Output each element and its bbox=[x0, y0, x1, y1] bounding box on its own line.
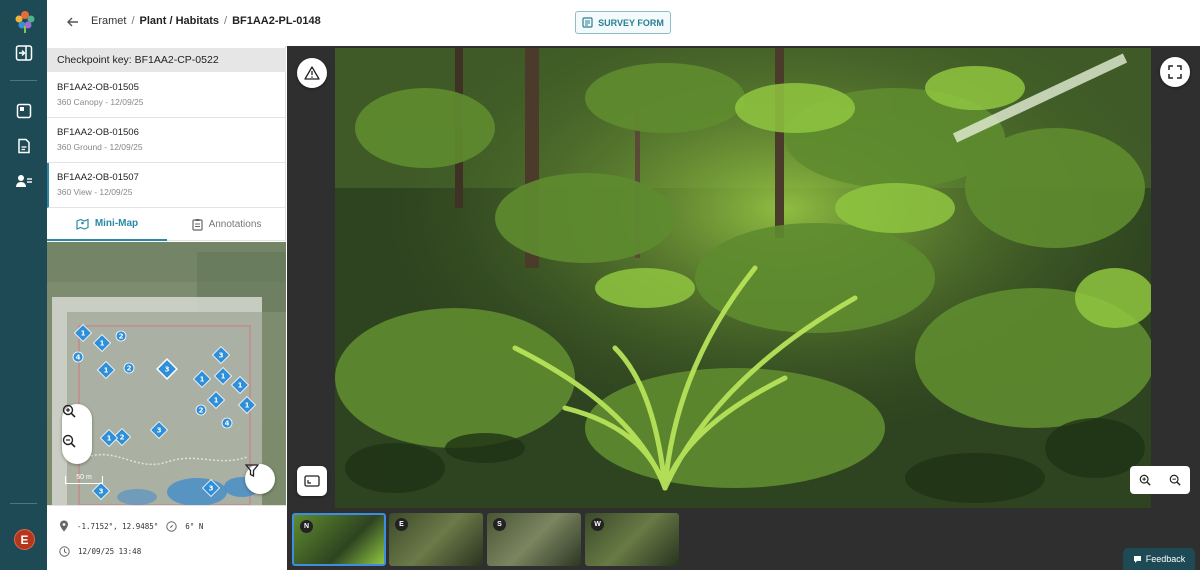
svg-text:1: 1 bbox=[238, 382, 243, 390]
svg-text:1: 1 bbox=[81, 330, 86, 338]
thumbnail-label: E bbox=[395, 518, 408, 531]
map-zoom-controls bbox=[62, 404, 92, 464]
app-rail: E bbox=[0, 0, 47, 570]
observation-code: BF1AA2-OB-01506 bbox=[57, 127, 139, 138]
breadcrumb-item[interactable]: Eramet bbox=[91, 15, 126, 27]
heading-value: 6° N bbox=[185, 521, 204, 531]
observation-meta: 360 Canopy - 12/09/25 bbox=[57, 97, 144, 107]
viewer-zoom-in-button[interactable] bbox=[1130, 466, 1160, 494]
observation-item[interactable]: BF1AA2-OB-01506 360 Ground - 12/09/25 bbox=[47, 118, 286, 163]
survey-form-label: SURVEY FORM bbox=[598, 17, 664, 28]
report-icon[interactable] bbox=[13, 135, 35, 157]
svg-text:1: 1 bbox=[245, 402, 250, 410]
survey-form-button[interactable]: SURVEY FORM bbox=[575, 11, 671, 34]
thumbnail-s[interactable]: S bbox=[487, 513, 581, 566]
filter-icon bbox=[245, 464, 259, 477]
observation-item-active[interactable]: BF1AA2-OB-01507 360 View - 12/09/25 bbox=[47, 163, 286, 208]
checkpoint-key: Checkpoint key: BF1AA2-CP-0522 bbox=[47, 48, 286, 72]
thumbnail-n[interactable]: N bbox=[292, 513, 386, 566]
svg-text:1: 1 bbox=[200, 376, 205, 384]
observation-code: BF1AA2-OB-01507 bbox=[57, 172, 139, 183]
pin-icon bbox=[60, 520, 68, 532]
checkpoint-panel: Checkpoint key: BF1AA2-CP-0522 BF1AA2-OB… bbox=[47, 46, 286, 570]
zoom-in-icon bbox=[1139, 474, 1151, 486]
observation-code: BF1AA2-OB-01505 bbox=[57, 82, 139, 93]
thumbnail-w[interactable]: W bbox=[585, 513, 679, 566]
panorama-viewer[interactable] bbox=[287, 46, 1200, 510]
svg-text:1: 1 bbox=[107, 435, 112, 443]
alert-triangle-icon bbox=[304, 66, 320, 80]
rail-divider bbox=[10, 80, 37, 81]
map-zoom-out-button[interactable] bbox=[62, 434, 92, 464]
timestamp-row: 12/09/25 13:48 bbox=[59, 546, 141, 557]
svg-text:3: 3 bbox=[157, 427, 162, 435]
svg-text:2: 2 bbox=[119, 333, 124, 341]
panel-tabs: Mini-Map Annotations bbox=[47, 208, 286, 241]
svg-text:3: 3 bbox=[209, 485, 214, 493]
zoom-out-icon bbox=[1169, 474, 1181, 486]
svg-text:1: 1 bbox=[214, 397, 219, 405]
observation-item[interactable]: BF1AA2-OB-01505 360 Canopy - 12/09/25 bbox=[47, 73, 286, 118]
tab-annotations[interactable]: Annotations bbox=[167, 208, 286, 241]
breadcrumb-current: BF1AA2-PL-0148 bbox=[232, 15, 321, 27]
fullscreen-button[interactable] bbox=[1160, 57, 1190, 87]
zoom-in-icon bbox=[62, 404, 76, 418]
map-zoom-in-button[interactable] bbox=[62, 404, 92, 434]
image-strip-icon bbox=[304, 475, 320, 487]
breadcrumb: Eramet / Plant / Habitats / BF1AA2-PL-0148 bbox=[91, 15, 321, 27]
users-icon[interactable] bbox=[13, 170, 35, 192]
svg-text:1: 1 bbox=[221, 373, 226, 381]
svg-text:4: 4 bbox=[225, 420, 230, 428]
breadcrumb-item[interactable]: Plant / Habitats bbox=[140, 15, 219, 27]
svg-text:3: 3 bbox=[99, 488, 104, 496]
svg-text:1: 1 bbox=[104, 367, 109, 375]
top-header: Eramet / Plant / Habitats / BF1AA2-PL-0148 S… bbox=[47, 0, 1200, 46]
toggle-thumbnails-button[interactable] bbox=[297, 466, 327, 496]
app-logo bbox=[15, 11, 35, 33]
coordinates-value: -1.7152°, 12.9485° bbox=[77, 521, 159, 531]
forest-photo bbox=[335, 48, 1151, 508]
tab-minimap[interactable]: Mini-Map bbox=[47, 208, 167, 241]
thumbnail-label: W bbox=[591, 518, 604, 531]
feedback-button[interactable]: Feedback bbox=[1123, 548, 1195, 570]
zoom-out-icon bbox=[62, 434, 76, 448]
thumbnail-e[interactable]: E bbox=[389, 513, 483, 566]
viewer-zoom-controls bbox=[1130, 466, 1190, 494]
svg-text:4: 4 bbox=[76, 354, 81, 362]
map-scale: 50 m bbox=[65, 474, 103, 484]
coordinates-row: -1.7152°, 12.9485° 6° N bbox=[59, 520, 203, 532]
rail-divider-bottom bbox=[10, 503, 37, 504]
observation-meta: 360 Ground - 12/09/25 bbox=[57, 142, 143, 152]
user-avatar[interactable]: E bbox=[14, 529, 35, 550]
mini-map[interactable]: 1 2 1 4 1 2 3 3 1 1 1 2 1 4 1 2 3 1 3 3 bbox=[47, 242, 286, 505]
report-issue-button[interactable] bbox=[297, 58, 327, 88]
thumbnail-strip: N E S W Feedback bbox=[287, 510, 1200, 570]
thumbnail-label: N bbox=[300, 520, 313, 533]
chat-icon bbox=[1133, 555, 1141, 563]
dashboard-icon[interactable] bbox=[13, 100, 35, 122]
svg-text:2: 2 bbox=[120, 434, 125, 442]
clipboard-icon bbox=[191, 219, 203, 231]
svg-text:3: 3 bbox=[165, 366, 170, 374]
form-icon bbox=[582, 17, 593, 28]
expand-panel-icon[interactable] bbox=[13, 42, 35, 64]
panorama-image[interactable] bbox=[335, 48, 1151, 508]
observation-meta: 360 View - 12/09/25 bbox=[57, 187, 133, 197]
svg-text:2: 2 bbox=[127, 365, 132, 373]
compass-icon bbox=[166, 520, 177, 532]
map-filter-button[interactable] bbox=[245, 464, 275, 494]
svg-text:3: 3 bbox=[219, 352, 224, 360]
back-arrow-icon[interactable] bbox=[65, 14, 81, 30]
svg-text:2: 2 bbox=[199, 407, 204, 415]
fullscreen-icon bbox=[1168, 65, 1182, 79]
clock-icon bbox=[59, 546, 70, 557]
timestamp-value: 12/09/25 13:48 bbox=[78, 547, 142, 556]
viewer-zoom-out-button[interactable] bbox=[1160, 466, 1190, 494]
location-info: -1.7152°, 12.9485° 6° N 12/09/25 13:48 bbox=[47, 505, 286, 570]
map-icon bbox=[76, 218, 89, 230]
svg-text:1: 1 bbox=[100, 340, 105, 348]
thumbnail-label: S bbox=[493, 518, 506, 531]
